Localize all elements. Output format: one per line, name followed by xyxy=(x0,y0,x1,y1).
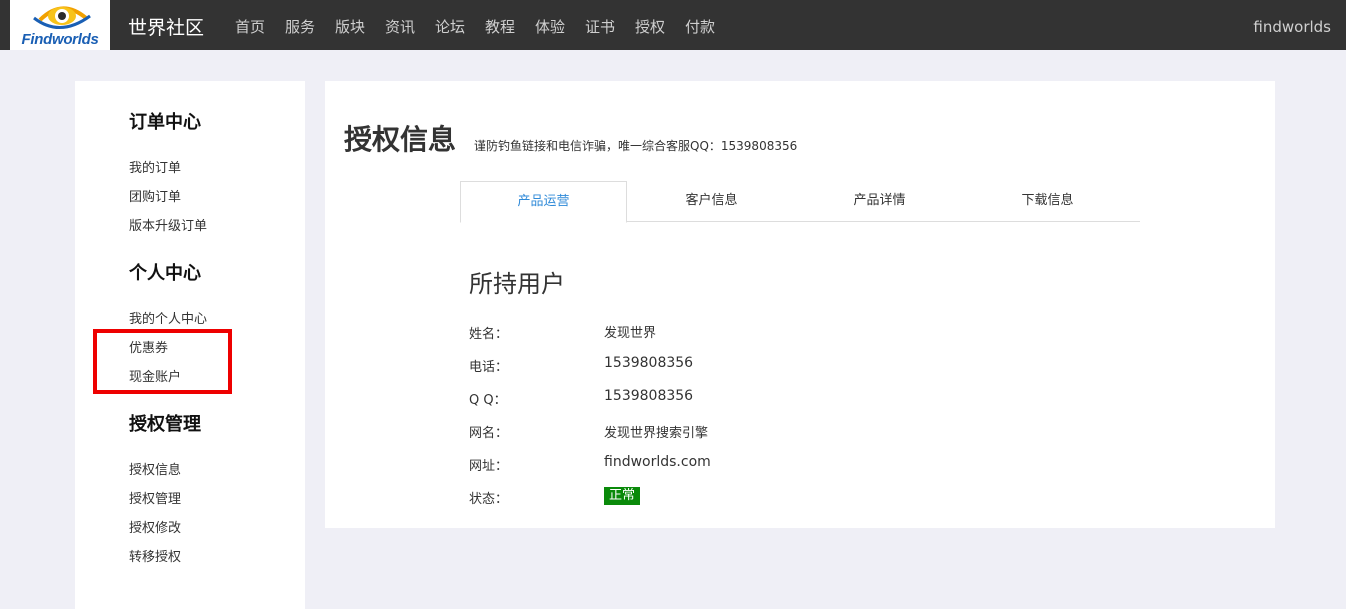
nav-forum[interactable]: 论坛 xyxy=(435,16,485,37)
site-title[interactable]: 世界社区 xyxy=(128,13,204,40)
website-value: findworlds.com xyxy=(604,454,711,470)
status-label: 状态： xyxy=(469,492,509,507)
phone-label: 电话： xyxy=(469,360,509,375)
nav-services[interactable]: 服务 xyxy=(285,16,335,37)
highlight-annotation-box xyxy=(93,329,232,394)
sidebar-item-group-orders[interactable]: 团购订单 xyxy=(129,186,181,205)
sidebar-item-auth-manage[interactable]: 授权管理 xyxy=(129,488,181,507)
nav-boards[interactable]: 版块 xyxy=(335,16,385,37)
name-value: 发现世界 xyxy=(604,326,657,341)
main-nav: 首页 服务 版块 资讯 论坛 教程 体验 证书 授权 付款 xyxy=(235,16,735,37)
website-label: 网址： xyxy=(469,459,509,474)
tab-customer-info[interactable]: 客户信息 xyxy=(628,181,795,222)
tab-product-operation[interactable]: 产品运营 xyxy=(460,181,627,223)
sidebar-item-auth-info[interactable]: 授权信息 xyxy=(129,459,181,478)
tab-bar: 产品运营 客户信息 产品详情 下载信息 xyxy=(460,181,1140,223)
nickname-label: 网名： xyxy=(469,426,509,441)
phone-value: 1539808356 xyxy=(604,355,694,371)
nav-certificate[interactable]: 证书 xyxy=(585,16,635,37)
sidebar-heading-authorization: 授权管理 xyxy=(129,414,201,435)
nav-experience[interactable]: 体验 xyxy=(535,16,585,37)
name-label: 姓名： xyxy=(469,327,509,342)
sidebar-heading-orders: 订单中心 xyxy=(129,112,201,133)
status-badge: 正常 xyxy=(604,487,641,505)
sidebar-item-auth-modify[interactable]: 授权修改 xyxy=(129,517,181,536)
qq-value: 1539808356 xyxy=(604,388,694,404)
page-subtitle: 谨防钓鱼链接和电信诈骗，唯一综合客服QQ：1539808356 xyxy=(474,139,798,153)
main-panel: 授权信息 谨防钓鱼链接和电信诈骗，唯一综合客服QQ：1539808356 产品运… xyxy=(325,81,1275,528)
nav-news[interactable]: 资讯 xyxy=(385,16,435,37)
site-logo[interactable]: Findworlds xyxy=(10,0,110,50)
top-navbar: Findworlds 世界社区 首页 服务 版块 资讯 论坛 教程 体验 证书 … xyxy=(0,0,1346,50)
sidebar-item-personal-center[interactable]: 我的个人中心 xyxy=(129,308,207,327)
sidebar-item-upgrade-orders[interactable]: 版本升级订单 xyxy=(129,215,207,234)
section-title: 所持用户 xyxy=(469,270,565,298)
nav-payment[interactable]: 付款 xyxy=(685,16,735,37)
sidebar-item-auth-transfer[interactable]: 转移授权 xyxy=(129,546,181,565)
page-title: 授权信息 xyxy=(344,123,457,156)
tab-product-details[interactable]: 产品详情 xyxy=(796,181,963,222)
user-account-link[interactable]: findworlds xyxy=(1253,18,1331,36)
sidebar-item-my-orders[interactable]: 我的订单 xyxy=(129,157,181,176)
qq-label: Q Q： xyxy=(469,393,507,408)
tab-download-info[interactable]: 下载信息 xyxy=(964,181,1131,222)
nav-authorization[interactable]: 授权 xyxy=(635,16,685,37)
logo-wordmark: Findworlds xyxy=(21,31,99,48)
nickname-value: 发现世界搜索引擎 xyxy=(604,426,709,441)
sidebar-heading-personal: 个人中心 xyxy=(129,263,201,284)
nav-tutorials[interactable]: 教程 xyxy=(485,16,535,37)
nav-home[interactable]: 首页 xyxy=(235,16,285,37)
